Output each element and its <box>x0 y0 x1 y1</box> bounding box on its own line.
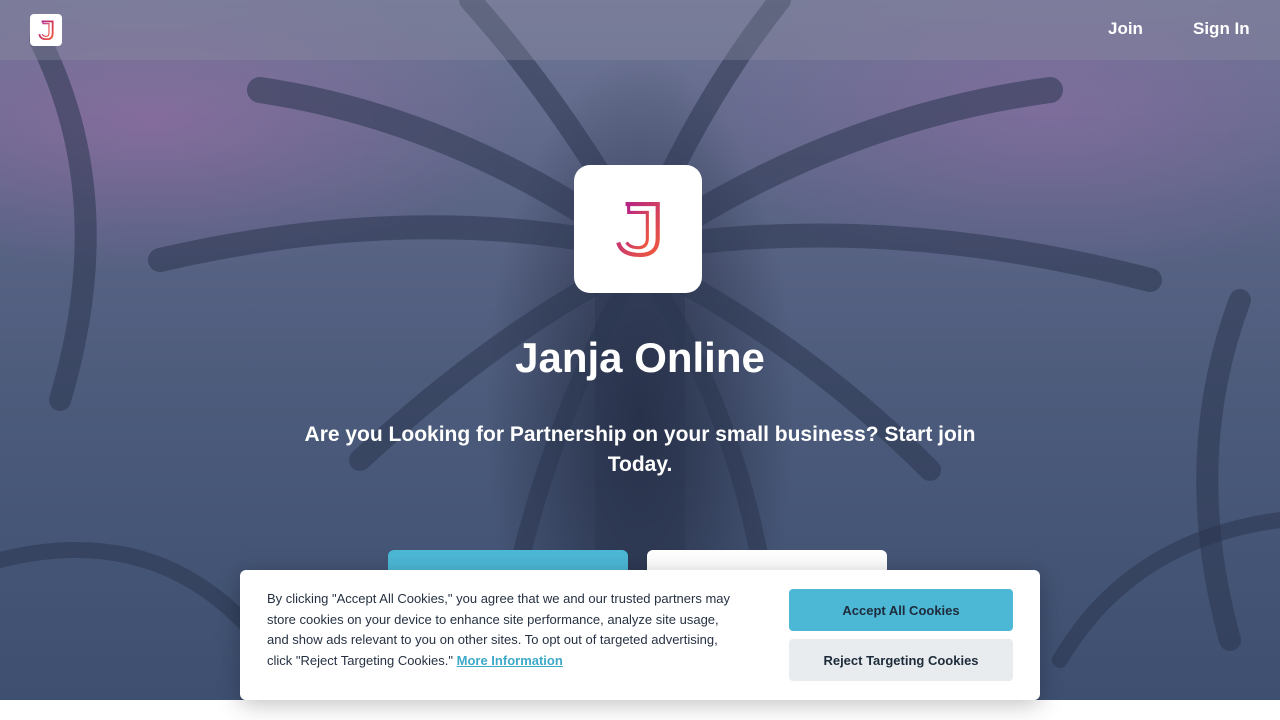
reject-targeting-cookies-button[interactable]: Reject Targeting Cookies <box>789 639 1013 681</box>
cookie-consent-banner: By clicking "Accept All Cookies," you ag… <box>240 570 1040 700</box>
janja-logo-icon <box>616 202 660 257</box>
more-information-link[interactable]: More Information <box>457 653 563 668</box>
site-title: Janja Online <box>515 334 765 381</box>
hero-tagline: Are you Looking for Partnership on your … <box>304 423 976 476</box>
join-link[interactable]: Join <box>1108 19 1143 39</box>
accept-all-cookies-button[interactable]: Accept All Cookies <box>789 589 1013 631</box>
top-navbar: Join Sign In <box>0 0 1280 60</box>
janja-logo-icon[interactable] <box>30 14 62 46</box>
janja-logo-card <box>574 165 702 293</box>
sign-in-link[interactable]: Sign In <box>1193 19 1250 39</box>
cookie-consent-text: By clicking "Accept All Cookies," you ag… <box>267 589 742 671</box>
